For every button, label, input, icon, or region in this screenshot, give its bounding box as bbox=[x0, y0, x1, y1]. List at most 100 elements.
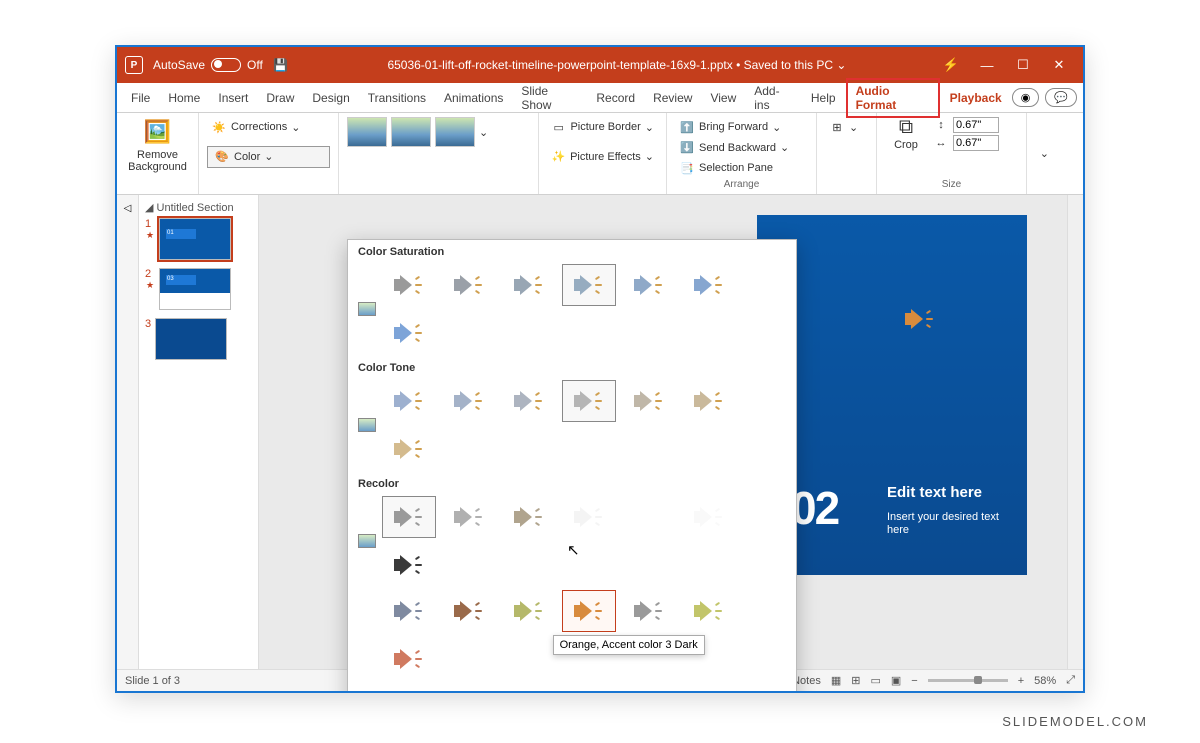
section-thumb-icon bbox=[358, 302, 376, 316]
section-header[interactable]: ◢ Untitled Section bbox=[145, 201, 252, 214]
picture-border-button[interactable]: ▭Picture Border ⌄ bbox=[547, 117, 658, 137]
tab-review[interactable]: Review bbox=[645, 87, 700, 109]
saturation-label: Color Saturation bbox=[348, 240, 796, 262]
color-swatch[interactable] bbox=[382, 428, 436, 470]
slide-thumb-1[interactable]: 1★ 01 bbox=[145, 218, 252, 260]
color-swatch[interactable] bbox=[502, 496, 556, 538]
thumbnails-collapse[interactable]: ◁ bbox=[117, 195, 139, 669]
zoom-out-button[interactable]: − bbox=[911, 675, 917, 687]
maximize-button[interactable]: ☐ bbox=[1007, 53, 1039, 77]
color-swatch[interactable] bbox=[502, 590, 556, 632]
gallery-more-icon[interactable]: ⌄ bbox=[479, 126, 488, 139]
color-swatch[interactable] bbox=[382, 544, 436, 586]
color-swatch[interactable] bbox=[382, 684, 436, 693]
color-swatch[interactable] bbox=[562, 496, 616, 538]
color-swatch[interactable] bbox=[682, 264, 736, 306]
zoom-slider[interactable] bbox=[928, 679, 1008, 682]
color-swatch[interactable] bbox=[622, 264, 676, 306]
plug-icon[interactable]: ⚡ bbox=[935, 53, 967, 77]
color-swatch[interactable] bbox=[562, 684, 616, 693]
tab-draw[interactable]: Draw bbox=[258, 87, 302, 109]
color-swatch[interactable] bbox=[382, 380, 436, 422]
tab-view[interactable]: View bbox=[702, 87, 744, 109]
save-icon[interactable]: 💾 bbox=[273, 57, 289, 73]
title-chevron-icon[interactable]: ⌄ bbox=[836, 58, 846, 72]
tab-design[interactable]: Design bbox=[304, 87, 357, 109]
tab-slideshow[interactable]: Slide Show bbox=[513, 80, 586, 116]
color-swatch[interactable] bbox=[622, 590, 676, 632]
color-swatch[interactable] bbox=[502, 380, 556, 422]
color-swatch[interactable] bbox=[442, 590, 496, 632]
selection-pane-button[interactable]: 📑Selection Pane bbox=[675, 158, 808, 178]
color-swatch[interactable] bbox=[562, 380, 616, 422]
align-button[interactable]: ⊞⌄ bbox=[825, 117, 868, 137]
remove-background-button[interactable]: 🖼️ Remove Background bbox=[125, 117, 190, 175]
corrections-button[interactable]: ☀️Corrections ⌄ bbox=[207, 117, 330, 137]
tab-playback[interactable]: Playback bbox=[942, 87, 1010, 109]
minimize-button[interactable]: — bbox=[971, 53, 1003, 77]
slide-thumb-2[interactable]: 2★ 03 bbox=[145, 268, 252, 310]
color-swatch[interactable]: Orange, Accent color 3 Dark bbox=[562, 590, 616, 632]
tab-insert[interactable]: Insert bbox=[210, 87, 256, 109]
color-swatch[interactable] bbox=[382, 590, 436, 632]
send-backward-button[interactable]: ⬇️Send Backward ⌄ bbox=[675, 138, 808, 158]
record-btn-icon[interactable]: ◉ bbox=[1012, 88, 1040, 107]
normal-view-icon[interactable]: ▦ bbox=[831, 674, 841, 687]
color-swatch[interactable] bbox=[382, 638, 436, 680]
picture-style-gallery[interactable]: ⌄ bbox=[347, 117, 530, 147]
color-swatch[interactable] bbox=[442, 684, 496, 693]
tab-animations[interactable]: Animations bbox=[436, 87, 511, 109]
comment-btn-icon[interactable]: 💬 bbox=[1045, 88, 1077, 107]
color-button[interactable]: 🎨Color ⌄ bbox=[207, 146, 330, 168]
style-preset[interactable] bbox=[347, 117, 387, 147]
close-button[interactable]: ✕ bbox=[1043, 53, 1075, 77]
sorter-view-icon[interactable]: ⊞ bbox=[851, 674, 860, 687]
ribbon-collapse-icon[interactable]: ⌄ bbox=[1040, 147, 1049, 160]
tab-file[interactable]: File bbox=[123, 87, 158, 109]
color-swatch[interactable] bbox=[502, 264, 556, 306]
color-swatch[interactable] bbox=[382, 264, 436, 306]
color-swatch[interactable] bbox=[502, 684, 556, 693]
color-swatch[interactable] bbox=[562, 264, 616, 306]
bring-forward-button[interactable]: ⬆️Bring Forward ⌄ bbox=[675, 117, 808, 137]
color-swatch[interactable] bbox=[622, 380, 676, 422]
color-swatch[interactable] bbox=[382, 496, 436, 538]
vertical-scrollbar[interactable] bbox=[1067, 195, 1083, 669]
width-input[interactable]: ↔ bbox=[933, 135, 999, 151]
autosave-state: Off bbox=[247, 58, 263, 72]
zoom-in-button[interactable]: + bbox=[1018, 675, 1024, 687]
crop-button[interactable]: ⧉ Crop bbox=[885, 117, 927, 153]
slide-heading[interactable]: Edit text here bbox=[887, 484, 982, 501]
tab-home[interactable]: Home bbox=[160, 87, 208, 109]
color-swatch[interactable] bbox=[442, 496, 496, 538]
slide-body[interactable]: Insert your desired text here bbox=[887, 511, 1007, 537]
audio-object-icon[interactable] bbox=[903, 305, 937, 333]
autosave-toggle[interactable]: AutoSave Off bbox=[153, 58, 263, 72]
color-swatch[interactable] bbox=[682, 496, 736, 538]
current-slide[interactable]: – 02 Edit text here Insert your desired … bbox=[757, 215, 1027, 575]
style-preset[interactable] bbox=[435, 117, 475, 147]
tab-help[interactable]: Help bbox=[803, 87, 844, 109]
color-swatch[interactable] bbox=[622, 684, 676, 693]
tab-audio-format[interactable]: Audio Format bbox=[846, 78, 940, 118]
reading-view-icon[interactable]: ▭ bbox=[870, 674, 880, 687]
color-swatch[interactable] bbox=[442, 264, 496, 306]
color-swatch[interactable] bbox=[382, 312, 436, 354]
color-swatch[interactable] bbox=[682, 684, 736, 693]
height-field[interactable] bbox=[953, 117, 999, 133]
picture-effects-button[interactable]: ✨Picture Effects ⌄ bbox=[547, 147, 658, 167]
fit-to-window-icon[interactable]: ⤢ bbox=[1066, 674, 1075, 687]
tab-transitions[interactable]: Transitions bbox=[360, 87, 434, 109]
color-swatch[interactable] bbox=[682, 380, 736, 422]
tab-addins[interactable]: Add-ins bbox=[746, 80, 801, 116]
color-swatch[interactable] bbox=[442, 380, 496, 422]
zoom-level[interactable]: 58% bbox=[1034, 675, 1056, 687]
tab-record[interactable]: Record bbox=[588, 87, 643, 109]
style-preset[interactable] bbox=[391, 117, 431, 147]
color-swatch[interactable] bbox=[682, 590, 736, 632]
slide-thumb-3[interactable]: 3 bbox=[145, 318, 252, 360]
height-input[interactable]: ↕ bbox=[933, 117, 999, 133]
width-field[interactable] bbox=[953, 135, 999, 151]
slideshow-view-icon[interactable]: ▣ bbox=[891, 674, 901, 687]
color-swatch[interactable] bbox=[622, 496, 676, 538]
